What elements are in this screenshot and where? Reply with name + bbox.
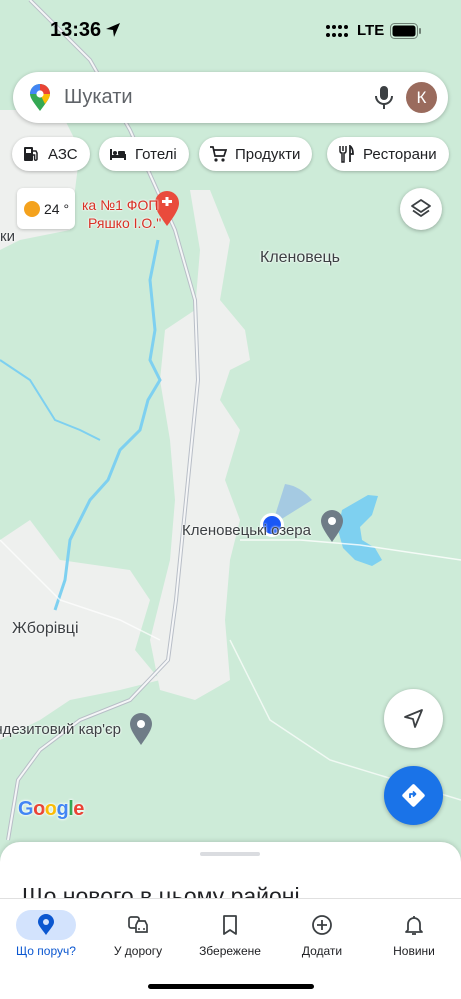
weather-badge[interactable]: 24 ° xyxy=(17,188,75,229)
map-label-village-zhborivtsi: Жборівці xyxy=(12,620,79,637)
map-label-quarry[interactable]: андезитовий кар'єр xyxy=(0,721,121,738)
nav-label: Додати xyxy=(301,944,343,958)
chip-label: АЗС xyxy=(48,145,78,163)
navigation-arrow-icon xyxy=(404,709,423,728)
search-bar[interactable]: Шукати К xyxy=(13,72,448,123)
sheet-drag-handle[interactable] xyxy=(200,852,260,856)
chip-label: Готелі xyxy=(135,145,177,163)
status-time: 13:36 xyxy=(50,19,102,41)
nav-contribute[interactable]: Додати xyxy=(276,899,368,969)
chip-label: Ресторани xyxy=(363,145,437,163)
google-maps-pin-icon xyxy=(30,84,50,111)
bell-icon xyxy=(405,916,423,935)
map-label-edge: ки xyxy=(0,228,15,245)
layers-icon xyxy=(411,199,431,217)
google-logo: Google xyxy=(18,798,84,820)
explore-pin-icon xyxy=(38,914,54,935)
shopping-cart-icon xyxy=(210,146,227,162)
location-services-icon xyxy=(106,23,120,37)
directions-icon xyxy=(402,784,425,807)
nav-commute[interactable]: У дорогу xyxy=(92,899,184,969)
search-input[interactable]: Шукати xyxy=(64,86,133,109)
commute-car-icon xyxy=(128,916,148,933)
my-location-button[interactable] xyxy=(384,689,443,748)
nav-label: Новини xyxy=(393,944,435,958)
gas-station-icon xyxy=(24,147,38,161)
nav-label: Що поруч? xyxy=(16,944,76,958)
chip-groceries[interactable]: Продукти xyxy=(199,137,313,171)
map-label-pharmacy-line1[interactable]: ка №1 ФОП xyxy=(82,197,158,213)
map-label-lakes[interactable]: Кленовецькі озера xyxy=(182,522,311,539)
map-label-pharmacy-line2[interactable]: Ряшко І.О." xyxy=(88,215,161,231)
bookmark-icon xyxy=(223,915,237,935)
nav-label: У дорогу xyxy=(113,944,163,958)
sun-icon xyxy=(24,200,40,217)
add-circle-icon xyxy=(312,915,332,935)
account-avatar[interactable]: К xyxy=(406,82,437,113)
status-bar: 13:36 LTE xyxy=(0,0,461,60)
nav-updates[interactable]: Новини xyxy=(368,899,460,969)
home-indicator[interactable] xyxy=(148,984,314,989)
nav-saved[interactable]: Збережене xyxy=(184,899,276,969)
weather-temperature: 24 ° xyxy=(44,200,70,217)
restaurant-icon xyxy=(339,145,354,163)
chip-gas-stations[interactable]: АЗС xyxy=(12,137,90,171)
cellular-signal-icon xyxy=(326,25,348,37)
network-type: LTE xyxy=(357,22,385,39)
battery-icon xyxy=(390,23,421,39)
nav-label: Збережене xyxy=(199,944,261,958)
chip-restaurants[interactable]: Ресторани xyxy=(327,137,449,171)
layers-button[interactable] xyxy=(400,188,442,230)
map-label-village-klenovets: Кленовець xyxy=(260,249,341,266)
directions-button[interactable] xyxy=(384,766,443,825)
microphone-icon[interactable] xyxy=(373,85,395,110)
explore-bottom-sheet[interactable]: Що нового в цьому районі xyxy=(0,842,461,906)
chip-hotels[interactable]: Готелі xyxy=(99,137,189,171)
nav-explore[interactable]: Що поруч? xyxy=(0,899,92,969)
chip-label: Продукти xyxy=(235,145,301,163)
hotel-bed-icon xyxy=(110,149,126,160)
